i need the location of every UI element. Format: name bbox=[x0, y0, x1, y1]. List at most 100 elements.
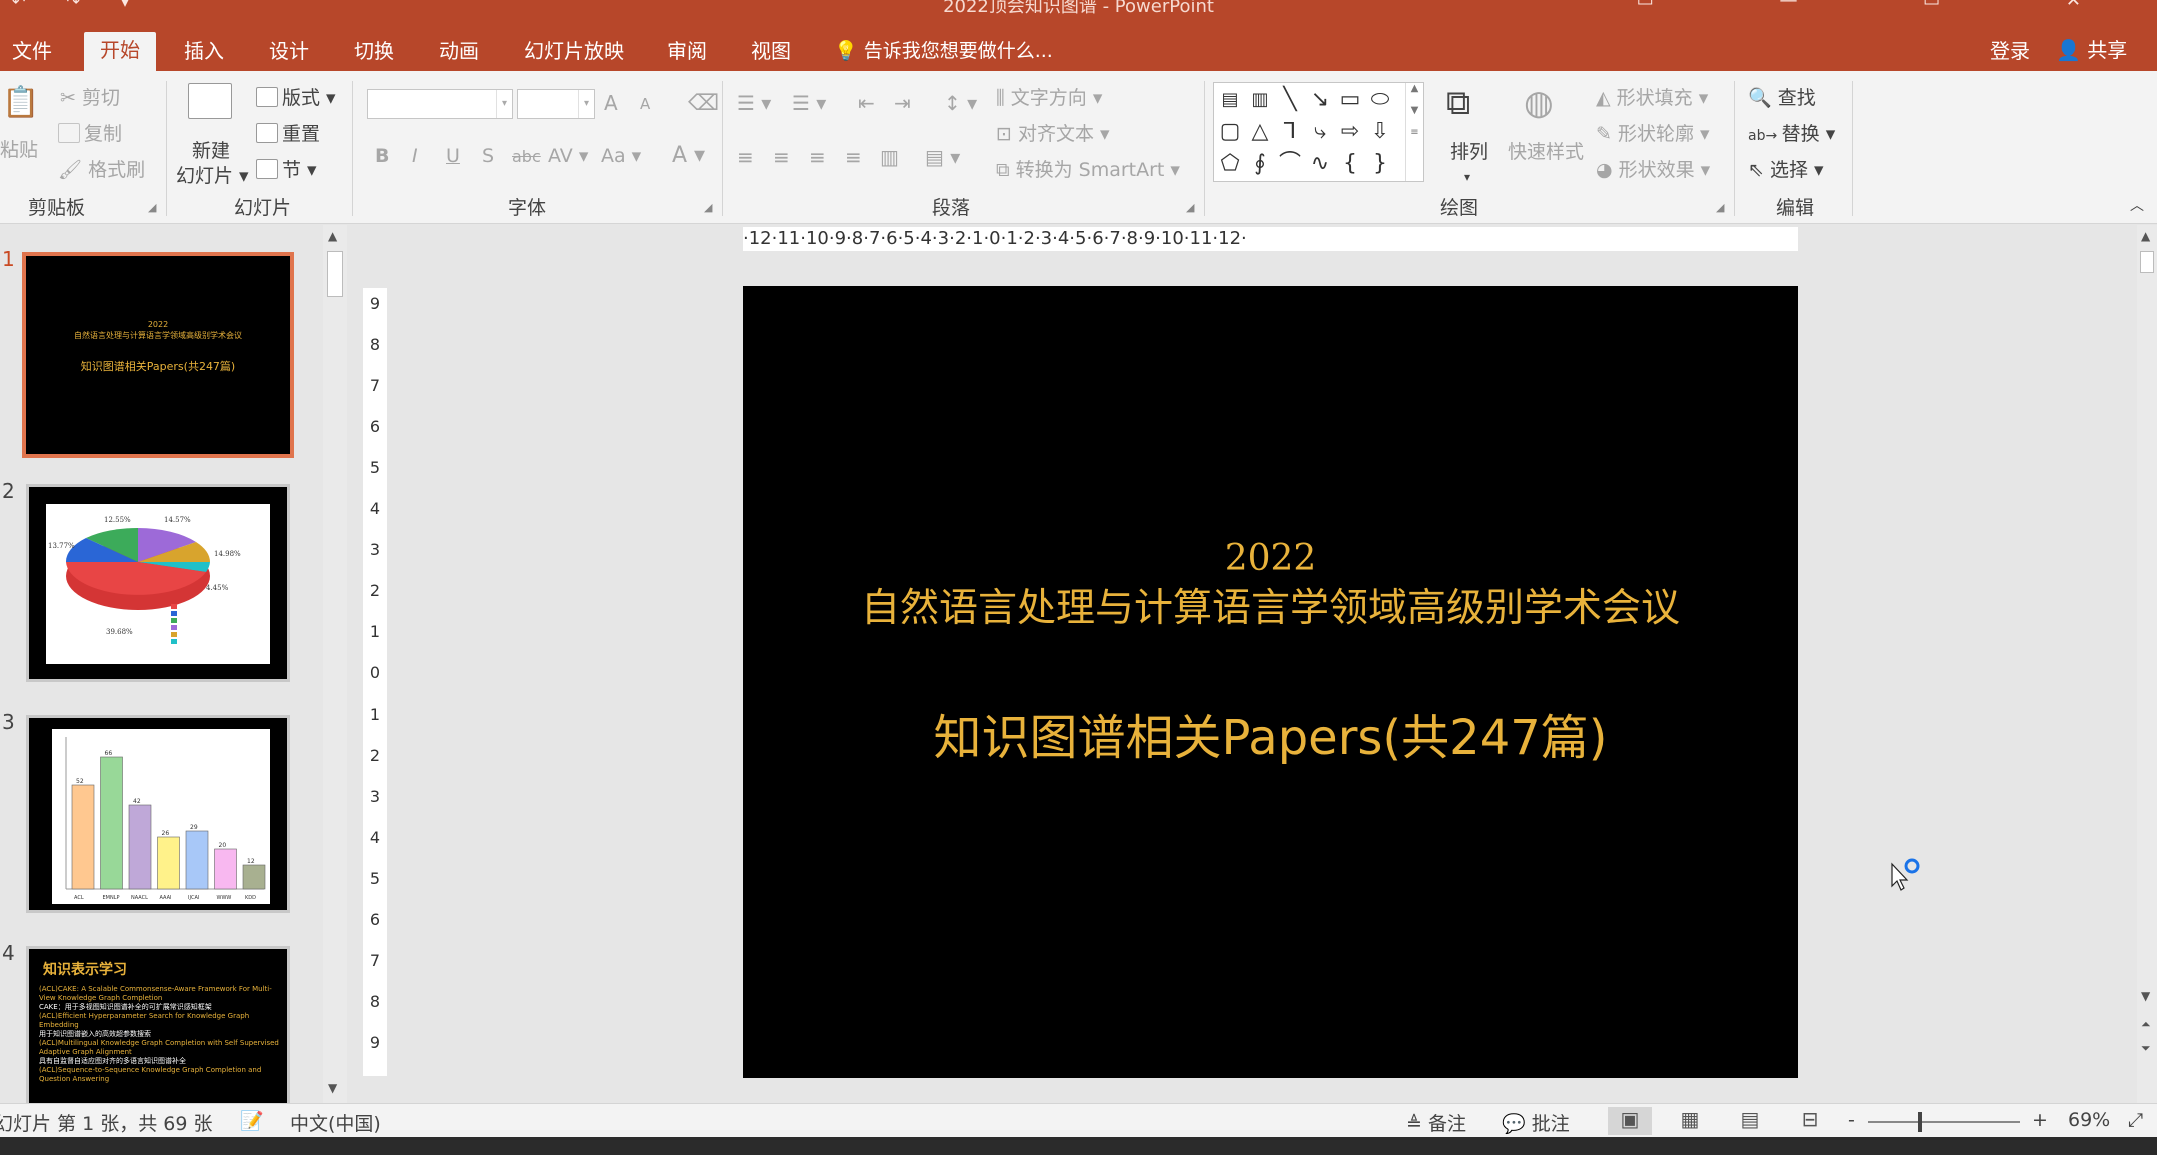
slide-thumbnail-pane[interactable]: 1 2022 自然语言处理与计算语言学领域高级别学术会议 知识图谱相关Paper… bbox=[0, 225, 323, 1106]
bold-button[interactable]: B bbox=[375, 145, 389, 167]
scribble-shape-icon[interactable]: ∮ bbox=[1248, 153, 1272, 175]
textbox-shape-icon[interactable]: ▤ bbox=[1218, 89, 1242, 111]
spell-check-icon[interactable]: 📝 bbox=[240, 1109, 264, 1132]
elbow-connector-shape-icon[interactable]: ⅂ bbox=[1278, 121, 1302, 143]
align-text-button[interactable]: ⊡ 对齐文本 ▾ bbox=[996, 119, 1110, 146]
arrange-button[interactable]: 排列 ▾ bbox=[1450, 137, 1488, 186]
slide-thumbnail-4[interactable]: 知识表示学习 (ACL)CAKE: A Scalable Commonsense… bbox=[26, 946, 290, 1106]
align-right-icon[interactable]: ≡ bbox=[809, 145, 826, 169]
chevron-down-icon[interactable]: ▾ bbox=[496, 90, 512, 118]
gallery-scroll[interactable]: ▲ ▼ ≡ bbox=[1405, 83, 1423, 181]
slide-sorter-view-icon[interactable]: ▦ bbox=[1668, 1107, 1712, 1135]
scrollbar-thumb[interactable] bbox=[327, 251, 343, 297]
grow-font-button[interactable]: A bbox=[604, 91, 618, 115]
zoom-slider-thumb[interactable] bbox=[1918, 1112, 1922, 1132]
slide-thumbnail-1[interactable]: 2022 自然语言处理与计算语言学领域高级别学术会议 知识图谱相关Papers(… bbox=[22, 252, 294, 458]
scroll-down-icon[interactable]: ▼ bbox=[2141, 989, 2150, 1003]
rectangle-shape-icon[interactable]: ▭ bbox=[1338, 89, 1362, 111]
align-center-icon[interactable]: ≡ bbox=[773, 145, 790, 169]
window-controls[interactable]: ▭ — ▭ ✕ bbox=[1637, 0, 2141, 11]
text-direction-button[interactable]: ⫼ 文字方向 ▾ bbox=[996, 83, 1102, 110]
quick-styles-button[interactable]: 快速样式 bbox=[1508, 137, 1584, 164]
smartart-button[interactable]: ⧉ 转换为 SmartArt ▾ bbox=[996, 155, 1180, 182]
drawing-launcher-icon[interactable]: ◢ bbox=[1716, 201, 1724, 214]
left-brace-shape-icon[interactable]: { bbox=[1338, 153, 1362, 175]
scroll-down-icon[interactable]: ▼ bbox=[328, 1081, 337, 1095]
paragraph-launcher-icon[interactable]: ◢ bbox=[1186, 201, 1194, 214]
zoom-out-button[interactable]: - bbox=[1848, 1109, 1855, 1131]
tab-design[interactable]: 设计 bbox=[257, 36, 321, 71]
slide-conference-text[interactable]: 自然语言处理与计算语言学领域高级别学术会议 bbox=[743, 577, 1798, 633]
replace-button[interactable]: ab→ 替换 ▾ bbox=[1748, 119, 1835, 146]
section-button[interactable]: 节 ▾ bbox=[256, 155, 317, 182]
copy-button[interactable]: 复制 bbox=[58, 119, 122, 146]
slide-scrollbar[interactable]: ▲ ▼ ⏶ ⏷ bbox=[2137, 225, 2157, 1103]
current-slide[interactable]: 2022 自然语言处理与计算语言学领域高级别学术会议 知识图谱相关Papers(… bbox=[743, 286, 1798, 1078]
tab-review[interactable]: 审阅 bbox=[655, 36, 719, 71]
cut-button[interactable]: ✂ 剪切 bbox=[60, 83, 120, 110]
arc-shape-icon[interactable]: ⌒ bbox=[1278, 153, 1302, 175]
scroll-up-icon[interactable]: ▲ bbox=[328, 229, 337, 243]
reading-view-icon[interactable]: ▤ bbox=[1728, 1107, 1772, 1135]
oval-shape-icon[interactable]: ⬭ bbox=[1368, 89, 1392, 111]
align-left-icon[interactable]: ≡ bbox=[737, 145, 754, 169]
justify-icon[interactable]: ≡ bbox=[845, 145, 862, 169]
underline-button[interactable]: U bbox=[446, 145, 460, 167]
curve-shape-icon[interactable]: ∿ bbox=[1308, 153, 1332, 175]
tab-animations[interactable]: 动画 bbox=[427, 36, 491, 71]
elbow-arrow-shape-icon[interactable]: ⤷ bbox=[1308, 121, 1332, 143]
shadow-button[interactable]: S bbox=[482, 145, 494, 167]
line-spacing-icon[interactable]: ↕ ▾ bbox=[944, 91, 977, 115]
vertical-textbox-shape-icon[interactable]: ▥ bbox=[1248, 89, 1272, 111]
down-arrow-shape-icon[interactable]: ⇩ bbox=[1368, 121, 1392, 143]
new-slide-button[interactable]: 新建 bbox=[192, 136, 230, 163]
sign-in-link[interactable]: 登录 bbox=[1990, 36, 2030, 67]
tab-file[interactable]: 文件 bbox=[0, 36, 64, 71]
tab-insert[interactable]: 插入 bbox=[172, 36, 236, 71]
paste-button[interactable]: 粘贴 bbox=[0, 135, 38, 162]
zoom-slider[interactable] bbox=[1868, 1121, 2020, 1123]
layout-button[interactable]: 版式 ▾ bbox=[256, 83, 336, 110]
select-button[interactable]: ⇖ 选择 ▾ bbox=[1748, 155, 1824, 182]
collapse-ribbon-icon[interactable]: ︿ bbox=[2130, 195, 2144, 215]
char-spacing-button[interactable]: AV ▾ bbox=[548, 145, 588, 167]
zoom-in-button[interactable]: + bbox=[2032, 1109, 2048, 1131]
tab-view[interactable]: 视图 bbox=[739, 36, 803, 71]
tell-me-box[interactable]: 💡 告诉我您想要做什么... bbox=[834, 36, 1053, 67]
rounded-rect-shape-icon[interactable]: ▢ bbox=[1218, 121, 1242, 143]
scroll-up-icon[interactable]: ▲ bbox=[2141, 229, 2150, 243]
normal-view-icon[interactable]: ▣ bbox=[1608, 1107, 1652, 1135]
comments-button[interactable]: 💬 批注 bbox=[1502, 1109, 1570, 1136]
font-name-combo[interactable]: ▾ bbox=[367, 89, 513, 119]
tab-transitions[interactable]: 切换 bbox=[342, 36, 406, 71]
notes-button[interactable]: ≜ 备注 bbox=[1406, 1109, 1466, 1136]
thumbnail-scrollbar[interactable]: ▲ ▼ bbox=[323, 225, 347, 1103]
clear-format-icon[interactable]: ⌫ bbox=[688, 91, 719, 116]
line-shape-icon[interactable]: ╲ bbox=[1278, 89, 1302, 111]
arrow-line-shape-icon[interactable]: ↘ bbox=[1308, 89, 1332, 111]
slide-year-text[interactable]: 2022 bbox=[743, 538, 1798, 579]
slide-thumbnail-2[interactable]: 12.55% 14.57% 13.77% 14.98% 4.45% 39.68% bbox=[26, 484, 290, 682]
decrease-indent-icon[interactable]: ⇤ bbox=[858, 91, 875, 115]
change-case-button[interactable]: Aa ▾ bbox=[601, 145, 641, 167]
new-slide-dropdown[interactable]: 幻灯片 ▾ bbox=[176, 161, 249, 188]
format-painter-button[interactable]: 🖌 格式刷 bbox=[58, 155, 145, 182]
right-brace-shape-icon[interactable]: } bbox=[1368, 153, 1392, 175]
shape-effects-button[interactable]: ◕ 形状效果 ▾ bbox=[1596, 155, 1710, 182]
freeform-shape-icon[interactable]: ⬠ bbox=[1218, 153, 1242, 175]
clipboard-launcher-icon[interactable]: ◢ bbox=[148, 201, 156, 214]
reset-button[interactable]: 重置 bbox=[256, 119, 320, 146]
bullets-icon[interactable]: ☰ ▾ bbox=[737, 91, 771, 115]
chevron-down-icon[interactable]: ▾ bbox=[578, 90, 594, 118]
language-indicator[interactable]: 中文(中国) bbox=[290, 1109, 381, 1136]
fit-to-window-icon[interactable]: ⤢ bbox=[2128, 1109, 2143, 1131]
shape-outline-button[interactable]: ✎ 形状轮廓 ▾ bbox=[1596, 119, 1710, 146]
shrink-font-button[interactable]: A bbox=[640, 95, 650, 113]
slideshow-view-icon[interactable]: ⊟ bbox=[1788, 1107, 1832, 1135]
distributed-icon[interactable]: ▥ bbox=[880, 145, 899, 169]
scrollbar-thumb[interactable] bbox=[2140, 251, 2154, 273]
next-slide-icon[interactable]: ⏷ bbox=[2141, 1041, 2151, 1056]
font-color-button[interactable]: A ▾ bbox=[672, 143, 705, 168]
previous-slide-icon[interactable]: ⏶ bbox=[2141, 1017, 2151, 1032]
columns-icon[interactable]: ▤ ▾ bbox=[925, 145, 960, 169]
